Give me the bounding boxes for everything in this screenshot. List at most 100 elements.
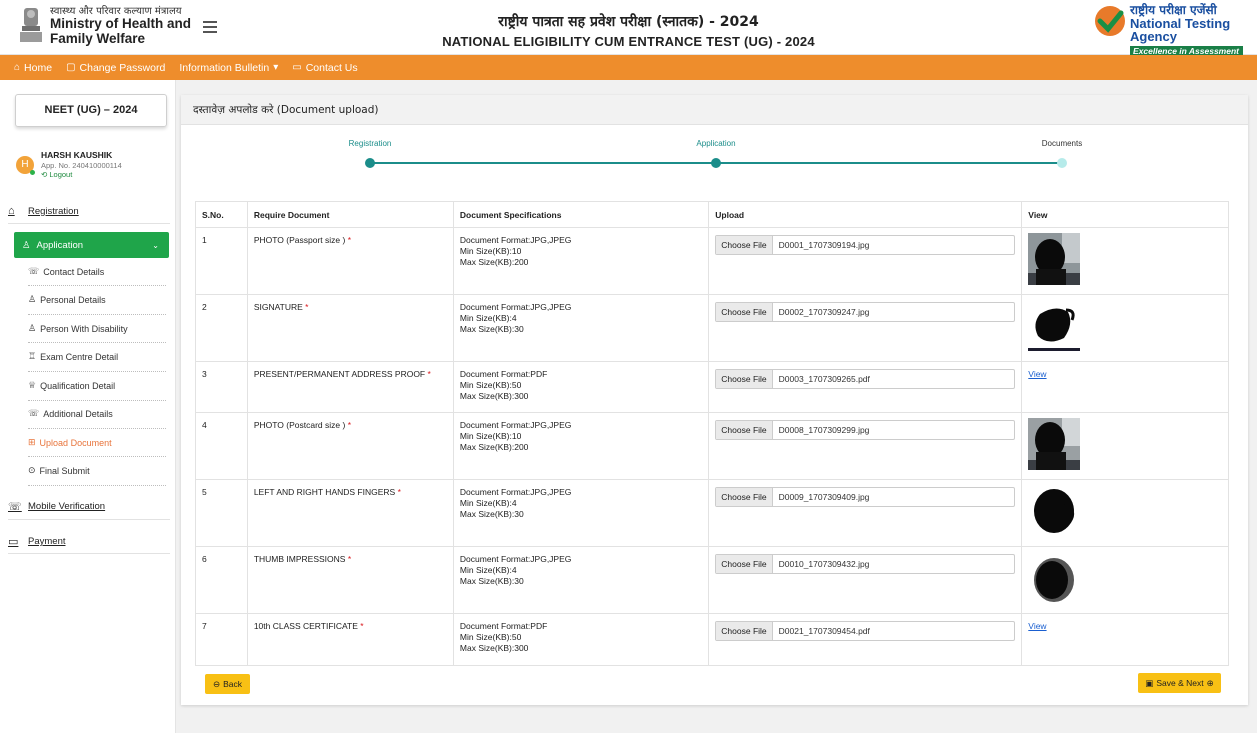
- document-name: 10th CLASS CERTIFICATE: [253, 621, 358, 631]
- choose-file-button[interactable]: Choose File: [716, 303, 773, 321]
- cell-document: LEFT AND RIGHT HANDS FINGERS *: [246, 479, 454, 547]
- sidebar-item-payment[interactable]: ▭ Payment: [8, 535, 66, 548]
- national-emblem-icon: [20, 8, 42, 42]
- upload-icon: ⊞: [28, 437, 36, 447]
- view-document-link[interactable]: View: [1028, 369, 1046, 379]
- caret-down-icon: ▾: [273, 62, 279, 73]
- file-input[interactable]: Choose File D0010_1707309432.jpg: [715, 554, 1016, 574]
- table-row: 7 10th CLASS CERTIFICATE * Document Form…: [195, 613, 1229, 666]
- ministry-name-line2: Family Welfare: [50, 30, 146, 46]
- choose-file-button[interactable]: Choose File: [716, 421, 773, 439]
- spec-min-size: Min Size(KB):4: [459, 313, 517, 323]
- required-marker: *: [427, 369, 431, 379]
- required-marker: *: [360, 621, 364, 631]
- user-name: HARSH KAUSHIK: [41, 150, 113, 160]
- nta-name-hindi: राष्ट्रीय परीक्षा एजेंसी: [1130, 3, 1217, 17]
- phone-icon: ☏: [28, 408, 40, 418]
- cell-sno: 2: [195, 294, 248, 362]
- uploaded-fingerprints-thumbnail[interactable]: [1028, 485, 1081, 537]
- nav-home[interactable]: ⌂ Home: [14, 62, 52, 74]
- save-icon: ▣: [1145, 677, 1154, 688]
- file-name: D0010_1707309432.jpg: [778, 559, 870, 569]
- step-label-registration: Registration: [348, 139, 392, 148]
- spec-min-size: Min Size(KB):4: [459, 565, 517, 575]
- sidebar-item-application[interactable]: ♙ Application ⌄: [14, 232, 169, 258]
- choose-file-button[interactable]: Choose File: [716, 236, 773, 254]
- uploaded-thumb-impression-thumbnail[interactable]: [1028, 552, 1081, 604]
- logout-link[interactable]: ⟲ Logout: [41, 170, 72, 179]
- choose-file-button[interactable]: Choose File: [716, 555, 773, 573]
- sidebar-subitem-additional-details[interactable]: ☏ Additional Details: [28, 408, 113, 419]
- uploaded-signature-thumbnail[interactable]: [1028, 300, 1081, 352]
- required-marker: *: [347, 235, 351, 245]
- nav-contact-us[interactable]: ▭ Contact Us: [292, 62, 357, 74]
- spec-max-size: Max Size(KB):300: [459, 391, 529, 401]
- step-dot-registration: [365, 158, 375, 168]
- menu-toggle-icon[interactable]: [203, 21, 217, 33]
- table-row: 6 THUMB IMPRESSIONS * Document Format:JP…: [195, 546, 1229, 614]
- save-and-next-button[interactable]: ▣ Save & Next ⊕: [1138, 673, 1221, 693]
- spec-max-size: Max Size(KB):200: [459, 257, 529, 267]
- sidebar-subitem-qualification-detail[interactable]: ♕ Qualification Detail: [28, 380, 115, 391]
- choose-file-button[interactable]: Choose File: [716, 622, 773, 640]
- sidebar-subitem-final-submit[interactable]: ⊙ Final Submit: [28, 465, 90, 476]
- file-input[interactable]: Choose File D0021_1707309454.pdf: [715, 621, 1016, 641]
- divider: [28, 285, 166, 286]
- phone-icon: ☏: [8, 501, 22, 513]
- file-input[interactable]: Choose File D0003_1707309265.pdf: [715, 369, 1016, 389]
- sidebar-item-payment-label: Payment: [28, 536, 66, 547]
- cell-view: View: [1021, 361, 1229, 413]
- spec-format: Document Format:PDF: [459, 369, 548, 379]
- table-row: 2 SIGNATURE * Document Format:JPG,JPEG Mi…: [195, 294, 1229, 362]
- sidebar-subitem-upload-document[interactable]: ⊞ Upload Document: [28, 437, 112, 448]
- column-header-document: Require Document: [246, 201, 454, 228]
- progress-stepper: Registration Application Documents: [181, 131, 1248, 181]
- application-number: App. No. 240410000114: [41, 161, 122, 170]
- cell-sno: 5: [195, 479, 248, 547]
- sidebar-subitem-contact-details[interactable]: ☏ Contact Details: [28, 266, 104, 277]
- back-button[interactable]: ⊖ Back: [205, 674, 250, 694]
- cell-sno: 6: [195, 546, 248, 614]
- sidebar-subitem-personal-details[interactable]: ♙ Personal Details: [28, 294, 106, 305]
- sidebar-subitem-label: Exam Centre Detail: [40, 351, 119, 362]
- main-content: दस्तावेज़ अपलोड करे (Document upload) Re…: [176, 80, 1257, 733]
- view-document-link[interactable]: View: [1028, 621, 1046, 631]
- cell-upload: Choose File D0001_1707309194.jpg: [708, 227, 1023, 295]
- choose-file-button[interactable]: Choose File: [716, 370, 773, 388]
- spec-max-size: Max Size(KB):30: [459, 324, 524, 334]
- logout-label: Logout: [49, 170, 73, 179]
- divider: [28, 428, 166, 429]
- step-dot-documents: [1057, 158, 1067, 168]
- spec-max-size: Max Size(KB):200: [459, 442, 529, 452]
- nav-change-password[interactable]: ▢ Change Password: [66, 62, 165, 74]
- column-header-view: View: [1021, 201, 1229, 228]
- sidebar-item-registration-label: Registration: [28, 205, 79, 217]
- ministry-name-line1: Ministry of Health and: [50, 16, 192, 31]
- cell-document: PHOTO (Postcard size ) *: [246, 412, 454, 480]
- nta-check-logo-icon: [1095, 6, 1125, 36]
- file-input[interactable]: Choose File D0001_1707309194.jpg: [715, 235, 1016, 255]
- sidebar-item-registration[interactable]: ⌂ Registration: [8, 205, 79, 217]
- user-plus-icon: ♙: [22, 239, 31, 251]
- cell-upload: Choose File D0010_1707309432.jpg: [708, 546, 1023, 614]
- sidebar-item-mobile-verification[interactable]: ☏ Mobile Verification: [8, 500, 105, 513]
- nav-information-bulletin[interactable]: Information Bulletin ▾: [179, 62, 278, 74]
- uploaded-postcard-photo-thumbnail[interactable]: [1028, 418, 1081, 470]
- sidebar-subitem-person-with-disability[interactable]: ♙ Person With Disability: [28, 323, 128, 334]
- file-input[interactable]: Choose File D0008_1707309299.jpg: [715, 420, 1016, 440]
- sidebar-subitem-label: Upload Document: [39, 437, 112, 448]
- cell-upload: Choose File D0003_1707309265.pdf: [708, 361, 1023, 413]
- file-input[interactable]: Choose File D0009_1707309409.jpg: [715, 487, 1016, 507]
- phone-icon: ☏: [28, 266, 40, 276]
- document-name: PHOTO (Passport size ): [253, 235, 346, 245]
- check-circle-icon: ⊙: [28, 465, 36, 475]
- uploaded-photo-thumbnail[interactable]: [1028, 233, 1081, 285]
- table-row: 1 PHOTO (Passport size ) * Document Form…: [195, 227, 1229, 295]
- file-input[interactable]: Choose File D0002_1707309247.jpg: [715, 302, 1016, 322]
- divider: [28, 314, 166, 315]
- exam-title-box: NEET (UG) – 2024: [15, 94, 167, 127]
- sidebar-subitem-exam-centre-detail[interactable]: ♖ Exam Centre Detail: [28, 351, 118, 362]
- choose-file-button[interactable]: Choose File: [716, 488, 773, 506]
- spec-max-size: Max Size(KB):30: [459, 576, 524, 586]
- spec-min-size: Min Size(KB):10: [459, 246, 522, 256]
